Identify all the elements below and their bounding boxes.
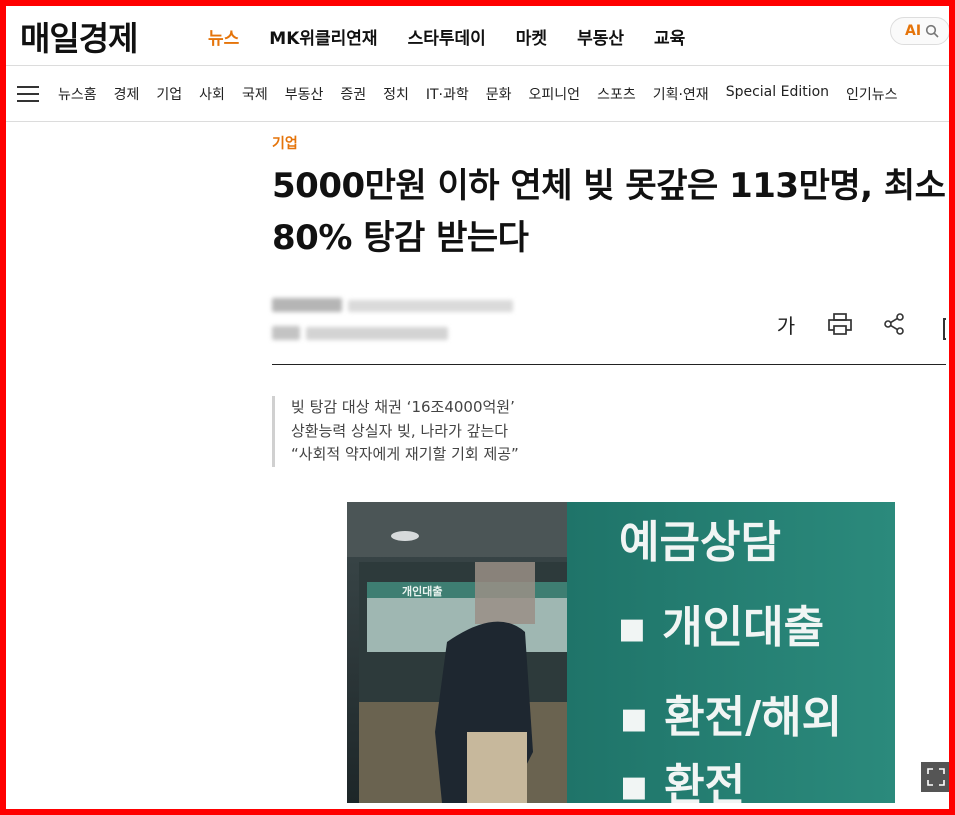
sign-text-4: ▪ 환전 [619,760,745,803]
expand-photo-button[interactable] [921,762,951,792]
headline-line-1: 5000만원 이하 연체 빚 못갚은 113만명, 최소 [272,166,946,206]
article-headline: 5000만원 이하 연체 빚 못갚은 113만명, 최소 80% 탕감 받는다 [272,160,946,264]
photo-illustration: 개인대출 예금상담 ▪ 개인대출 ▪ 환전/해외 ▪ 환전 [347,502,895,803]
sign-text-3: ▪ 환전/해외 [619,692,842,743]
window-sign-text: 개인대출 [402,584,442,598]
article-area: 기업 5000만원 이하 연체 빚 못갚은 113만명, 최소 80% 탕감 받… [0,0,946,815]
article-summary: 빚 탕감 대상 채권 ‘16조4000억원’ 상환능력 상실자 빚, 나라가 갚… [272,396,519,467]
headline-line-2: 80% 탕감 받는다 [272,218,529,258]
sign-text-1: 예금상담 [619,517,781,568]
font-size-button[interactable]: 가 [772,310,800,338]
article-tools: 가 [772,310,908,338]
header-rule [272,364,946,365]
summary-line-2: 상환능력 상실자 빚, 나라가 갚는다 [291,421,509,440]
share-icon[interactable] [880,310,908,338]
expand-icon [927,768,945,786]
bookmark-icon[interactable] [943,318,946,340]
sign-text-2: ▪ 개인대출 [617,602,824,653]
print-icon[interactable] [826,310,854,338]
article-photo: 개인대출 예금상담 ▪ 개인대출 ▪ 환전/해외 ▪ 환전 [347,502,895,803]
section-label[interactable]: 기업 [272,133,298,153]
summary-line-1: 빚 탕감 대상 채권 ‘16조4000억원’ [291,398,515,416]
summary-line-3: “사회적 약자에게 재기할 기회 제공” [291,445,519,463]
